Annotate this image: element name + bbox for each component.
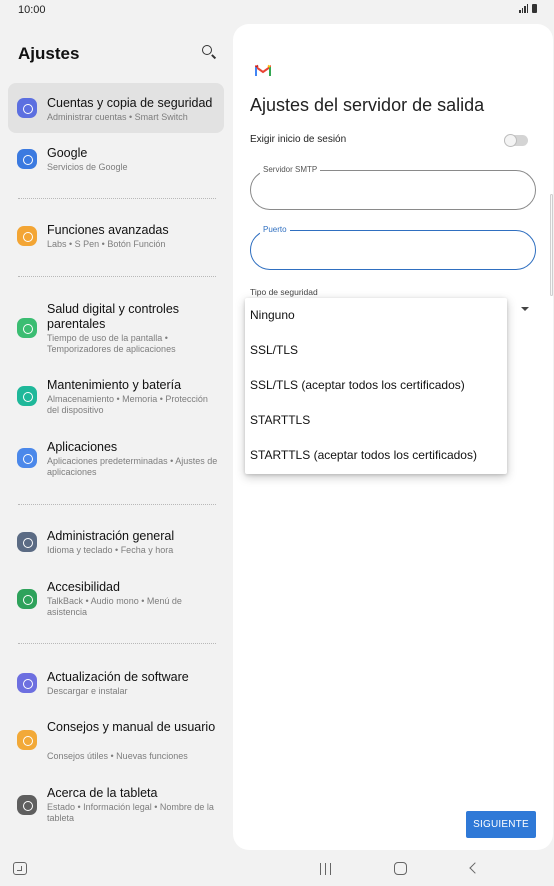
section-divider [18, 276, 216, 277]
google-icon [17, 149, 37, 169]
back-icon[interactable] [469, 862, 481, 874]
settings-item-advanced-features[interactable]: Funciones avanzadas Labs • S Pen • Botón… [8, 215, 224, 257]
security-option-starttls-all-certs[interactable]: STARTTLS (aceptar todos los certificados… [245, 438, 507, 473]
security-type-dropdown: Ninguno SSL/TLS SSL/TLS (aceptar todos l… [245, 298, 507, 474]
digital-wellbeing-icon [17, 318, 37, 338]
settings-item-title: Cuentas y copia de seguridad [47, 96, 213, 110]
settings-item-tips-manual[interactable]: Consejos y manual de usuario Consejos út… [8, 712, 224, 768]
settings-item-title: Actualización de software [47, 670, 189, 684]
info-icon [17, 795, 37, 815]
toggle-knob [504, 134, 517, 147]
software-update-icon [17, 673, 37, 693]
settings-item-subtitle: Estado • Información legal • Nombre de l… [47, 802, 214, 823]
status-time: 10:00 [18, 4, 46, 16]
security-option-ssl-tls-all-certs[interactable]: SSL/TLS (aceptar todos los certificados) [245, 368, 507, 403]
port-field[interactable]: Puerto [250, 225, 536, 270]
star-gear-icon [17, 226, 37, 246]
screenshot-keyboard-icon[interactable] [13, 862, 27, 875]
chevron-down-icon[interactable] [521, 307, 529, 311]
smtp-server-input[interactable] [263, 183, 523, 199]
settings-item-software-update[interactable]: Actualización de software Descargar e in… [8, 662, 224, 704]
settings-item-title: Salud digital y controles parentales [47, 302, 180, 331]
device-care-icon [17, 386, 37, 406]
settings-item-accounts-backup[interactable]: Cuentas y copia de seguridad Administrar… [8, 83, 224, 133]
settings-item-title: Acerca de la tableta [47, 786, 158, 800]
settings-item-subtitle: Almacenamiento • Memoria • Protección de… [47, 394, 208, 415]
section-divider [18, 504, 216, 505]
settings-item-subtitle: Tiempo de uso de la pantalla • Temporiza… [47, 333, 176, 354]
status-icons [519, 4, 537, 13]
section-divider [18, 198, 216, 199]
settings-item-title: Funciones avanzadas [47, 223, 169, 237]
status-bar: 10:00 [0, 0, 554, 22]
settings-item-title: Mantenimiento y batería [47, 378, 182, 392]
port-label: Puerto [260, 225, 290, 235]
settings-panel: Ajustes Cuentas y copia de seguridad Adm… [0, 22, 232, 852]
settings-item-title: Consejos y manual de usuario [47, 720, 216, 734]
settings-item-subtitle: Servicios de Google [47, 162, 128, 172]
next-button[interactable]: SIGUIENTE [466, 811, 536, 838]
smtp-server-field[interactable]: Servidor SMTP [250, 165, 536, 210]
gmail-logo-icon [255, 64, 271, 76]
sync-icon [17, 98, 37, 118]
home-icon[interactable] [394, 862, 407, 875]
settings-item-device-care[interactable]: Mantenimiento y batería Almacenamiento •… [8, 370, 224, 422]
accessibility-icon [17, 589, 37, 609]
smtp-server-label: Servidor SMTP [260, 165, 321, 175]
search-icon[interactable] [200, 43, 218, 61]
battery-icon [532, 4, 537, 13]
settings-item-google[interactable]: Google Servicios de Google [8, 137, 224, 179]
settings-item-subtitle: Consejos útiles • Nuevas funciones [47, 751, 188, 761]
settings-item-subtitle: Idioma y teclado • Fecha y hora [47, 545, 174, 555]
section-divider [18, 643, 216, 644]
security-option-none[interactable]: Ninguno [245, 298, 507, 333]
settings-item-about-tablet[interactable]: Acerca de la tableta Estado • Informació… [8, 780, 224, 832]
security-option-starttls[interactable]: STARTTLS [245, 403, 507, 438]
settings-item-digital-wellbeing[interactable]: Salud digital y controles parentales Tie… [8, 295, 224, 361]
security-option-ssl-tls[interactable]: SSL/TLS [245, 333, 507, 368]
settings-item-title: Accesibilidad [47, 580, 120, 594]
page-title: Ajustes del servidor de salida [250, 95, 485, 115]
settings-item-subtitle: Administrar cuentas • Smart Switch [47, 112, 188, 122]
settings-item-apps[interactable]: Aplicaciones Aplicaciones predeterminada… [8, 432, 224, 484]
port-input[interactable] [263, 243, 523, 259]
settings-item-title: Aplicaciones [47, 440, 118, 454]
security-type-label: Tipo de seguridad [250, 287, 318, 297]
lightbulb-icon [17, 730, 37, 750]
scroll-handle[interactable] [550, 194, 553, 296]
settings-title: Ajustes [18, 44, 80, 63]
sliders-icon [17, 532, 37, 552]
settings-item-subtitle: Labs • S Pen • Botón Función [47, 239, 166, 249]
settings-item-subtitle: TalkBack • Audio mono • Menú de asistenc… [47, 596, 182, 617]
navigation-bar [0, 852, 554, 886]
settings-item-title: Administración general [47, 529, 175, 543]
settings-item-accessibility[interactable]: Accesibilidad TalkBack • Audio mono • Me… [8, 573, 224, 625]
signal-icon [519, 4, 528, 13]
require-login-toggle[interactable] [504, 134, 528, 147]
settings-item-subtitle: Descargar e instalar [47, 686, 128, 696]
settings-item-title: Google [47, 146, 88, 160]
settings-item-general-management[interactable]: Administración general Idioma y teclado … [8, 522, 224, 564]
apps-icon [17, 448, 37, 468]
settings-item-subtitle: Aplicaciones predeterminadas • Ajustes d… [47, 456, 218, 477]
require-login-label: Exigir inicio de sesión [250, 134, 347, 145]
recents-icon[interactable] [320, 863, 333, 875]
